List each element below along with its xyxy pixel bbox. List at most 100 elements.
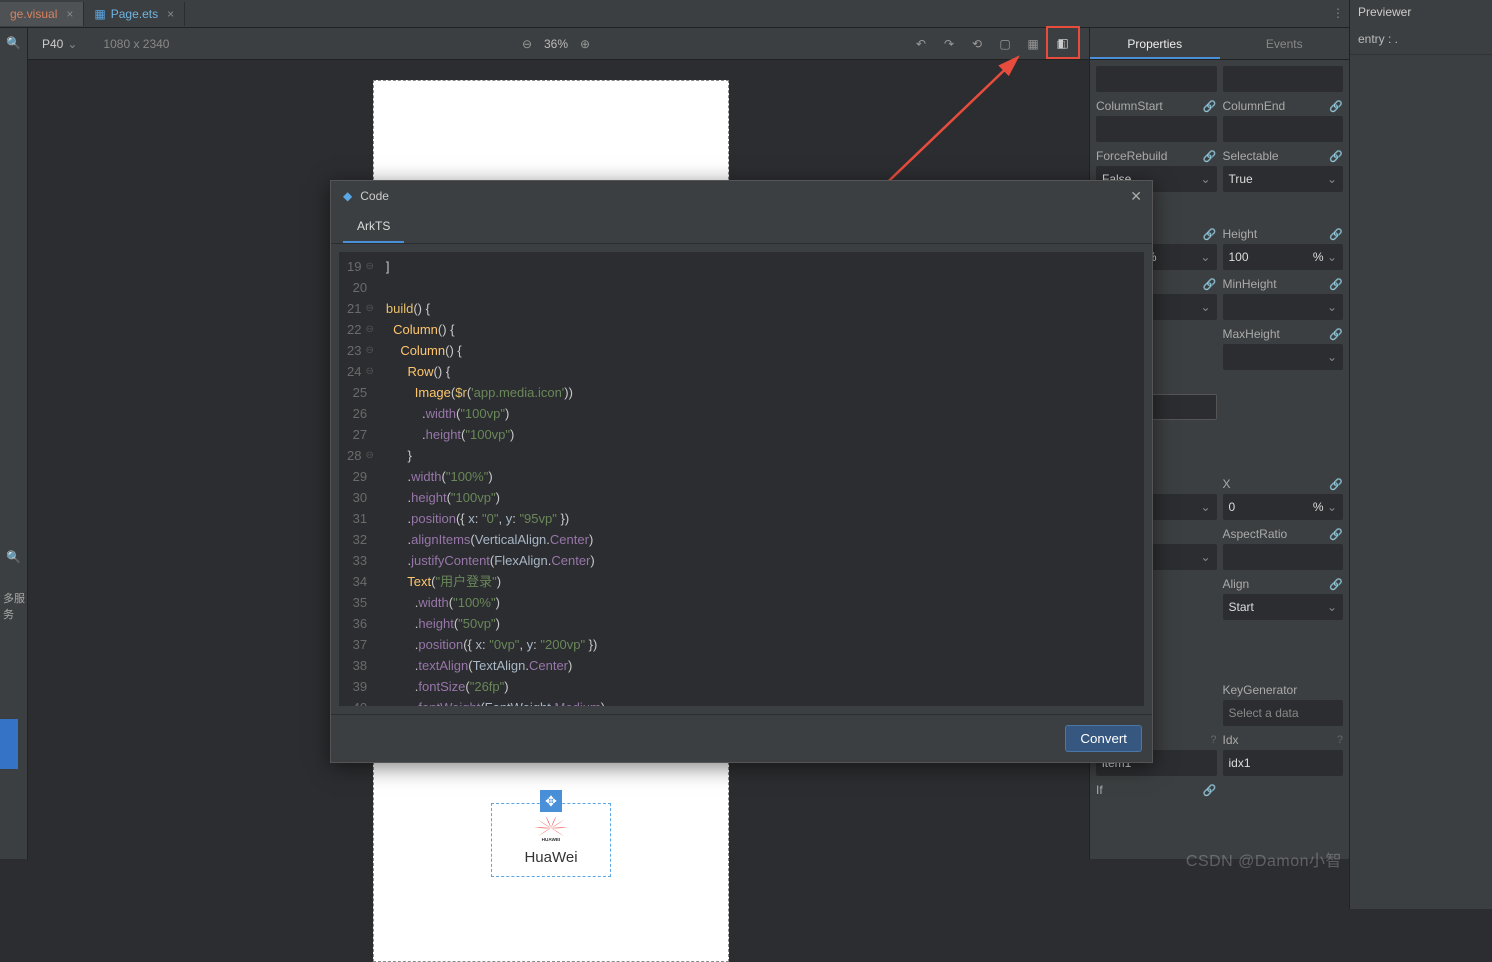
prop-input[interactable]: 100% ⌄	[1223, 244, 1344, 270]
file-tab-bar: ge.visual × ▦ Page.ets × ⋮	[0, 0, 1492, 28]
device-label: P40	[42, 37, 63, 51]
prop-select[interactable]: True ⌄	[1223, 166, 1344, 192]
previewer-sidebar: Previewer entry : .	[1349, 0, 1492, 909]
link-icon[interactable]: 🔗	[1329, 528, 1343, 541]
close-icon[interactable]: ×	[167, 7, 174, 21]
link-icon[interactable]: 🔗	[1329, 578, 1343, 591]
left-tool-strip: 🔍 🔍 多服务	[0, 28, 28, 859]
close-icon[interactable]: ×	[66, 7, 73, 21]
undo-icon[interactable]: ↶	[912, 35, 930, 53]
prop-label: Selectable	[1223, 149, 1279, 163]
deveco-icon: ◆	[343, 189, 352, 203]
link-icon[interactable]: 🔗	[1203, 150, 1217, 163]
watermark: CSDN @Damon小智	[1186, 847, 1342, 871]
unit: %	[1313, 250, 1324, 264]
prop-value: idx1	[1229, 756, 1251, 770]
prop-label: ColumnStart	[1096, 99, 1163, 113]
link-icon[interactable]: 🔗	[1329, 228, 1343, 241]
side-indicator	[0, 719, 18, 769]
tab-events[interactable]: Events	[1220, 28, 1350, 59]
prop-input[interactable]: 0% ⌄	[1223, 494, 1344, 520]
prop-label: ColumnEnd	[1223, 99, 1286, 113]
prop-select[interactable]: ⌄	[1223, 294, 1344, 320]
prop-input[interactable]	[1096, 66, 1217, 92]
prop-value: 100	[1229, 250, 1249, 264]
info-icon[interactable]: ?	[1210, 734, 1216, 746]
code-modal: ◆ Code ✕ ArkTS 19 ⊖20 21 ⊖22 ⊖23 ⊖24 ⊖25…	[330, 180, 1153, 763]
search-icon[interactable]: 🔍	[6, 550, 22, 564]
phone-preview-bottom: ✥ HUAWEI HuaWei	[373, 762, 729, 962]
file-tab-visual[interactable]: ge.visual ×	[0, 2, 84, 26]
chevron-down-icon: ⌄	[67, 37, 77, 51]
rotate-icon[interactable]: ⟲	[968, 35, 986, 53]
zoom-in-icon[interactable]: ⊕	[576, 35, 594, 53]
link-icon[interactable]: 🔗	[1203, 100, 1217, 113]
chevron-down-icon: ⌄	[1327, 172, 1337, 186]
prop-label: Height	[1223, 227, 1258, 241]
prop-select[interactable]: ⌄	[1223, 344, 1344, 370]
prop-value: Select a data	[1229, 706, 1299, 720]
entry-selector[interactable]: entry : .	[1350, 24, 1492, 55]
code-editor[interactable]: 19 ⊖20 21 ⊖22 ⊖23 ⊖24 ⊖25 26 27 28 ⊖29 3…	[339, 252, 1144, 706]
side-text: 多服务	[3, 590, 27, 622]
chevron-down-icon: ⌄	[1327, 350, 1337, 364]
prop-label: MinHeight	[1223, 277, 1277, 291]
redo-icon[interactable]: ↷	[940, 35, 958, 53]
unit: %	[1313, 500, 1324, 514]
move-handle-icon[interactable]: ✥	[540, 790, 562, 812]
prop-input[interactable]	[1223, 544, 1344, 570]
huawei-card[interactable]: ✥ HUAWEI HuaWei	[491, 803, 611, 877]
chevron-down-icon: ⌄	[1200, 500, 1210, 514]
device-frame-icon[interactable]: ▢	[996, 35, 1014, 53]
huawei-label: HuaWei	[502, 849, 600, 866]
tab-arkts[interactable]: ArkTS	[343, 211, 404, 243]
code-toggle-highlighted[interactable]: ◧	[1046, 26, 1080, 59]
chevron-down-icon: ⌄	[1327, 600, 1337, 614]
info-icon[interactable]: ?	[1337, 734, 1343, 746]
convert-button[interactable]: Convert	[1065, 725, 1142, 752]
prop-label: Idx	[1223, 733, 1239, 747]
code-lines: ] build() { Column() { Column() { Row() …	[378, 252, 613, 706]
search-icon[interactable]: 🔍	[6, 36, 22, 50]
device-dimensions: 1080 x 2340	[103, 37, 169, 51]
link-icon[interactable]: 🔗	[1329, 150, 1343, 163]
prop-label: ForceRebuild	[1096, 149, 1167, 163]
prop-input[interactable]	[1096, 116, 1217, 142]
link-icon[interactable]: 🔗	[1329, 478, 1343, 491]
canvas-toolbar: P40 ⌄ 1080 x 2340 ⊖ 36% ⊕ ↶ ↷ ⟲ ▢ ▦ ◻ ◧	[28, 28, 1089, 60]
prop-input[interactable]	[1223, 116, 1344, 142]
link-icon[interactable]: 🔗	[1329, 278, 1343, 291]
tab-properties[interactable]: Properties	[1090, 28, 1220, 59]
code-panel-icon: ◧	[1057, 36, 1068, 50]
prop-label: MaxHeight	[1223, 327, 1280, 341]
link-icon[interactable]: 🔗	[1203, 784, 1217, 797]
prop-label: KeyGenerator	[1223, 683, 1298, 697]
prop-select[interactable]: Select a data	[1223, 700, 1344, 726]
link-icon[interactable]: 🔗	[1203, 278, 1217, 291]
svg-text:HUAWEI: HUAWEI	[542, 837, 561, 842]
file-tab-label: ge.visual	[10, 7, 57, 21]
entry-label: entry : .	[1358, 32, 1398, 46]
file-tab-label: Page.ets	[111, 7, 158, 21]
prop-input[interactable]	[1223, 66, 1344, 92]
close-icon[interactable]: ✕	[1130, 188, 1142, 205]
prop-label: AspectRatio	[1223, 527, 1288, 541]
device-selector[interactable]: P40 ⌄	[36, 37, 83, 51]
prop-input[interactable]: idx1	[1223, 750, 1344, 776]
prop-label: Align	[1223, 577, 1250, 591]
link-icon[interactable]: 🔗	[1329, 100, 1343, 113]
chevron-down-icon: ⌄	[1200, 250, 1210, 264]
prop-value: True	[1229, 172, 1253, 186]
zoom-out-icon[interactable]: ⊖	[518, 35, 536, 53]
prop-value: 0	[1229, 500, 1236, 514]
file-tab-page[interactable]: ▦ Page.ets ×	[84, 2, 185, 26]
chevron-down-icon: ⌄	[1200, 172, 1210, 186]
link-icon[interactable]: 🔗	[1329, 328, 1343, 341]
prop-select[interactable]: Start⌄	[1223, 594, 1344, 620]
link-icon[interactable]: 🔗	[1203, 228, 1217, 241]
grid-icon[interactable]: ▦	[1024, 35, 1042, 53]
kebab-icon[interactable]: ⋮	[1332, 6, 1344, 20]
huawei-logo-icon: HUAWEI	[532, 814, 570, 842]
prop-label: X	[1223, 477, 1231, 491]
modal-title: Code	[360, 189, 389, 203]
